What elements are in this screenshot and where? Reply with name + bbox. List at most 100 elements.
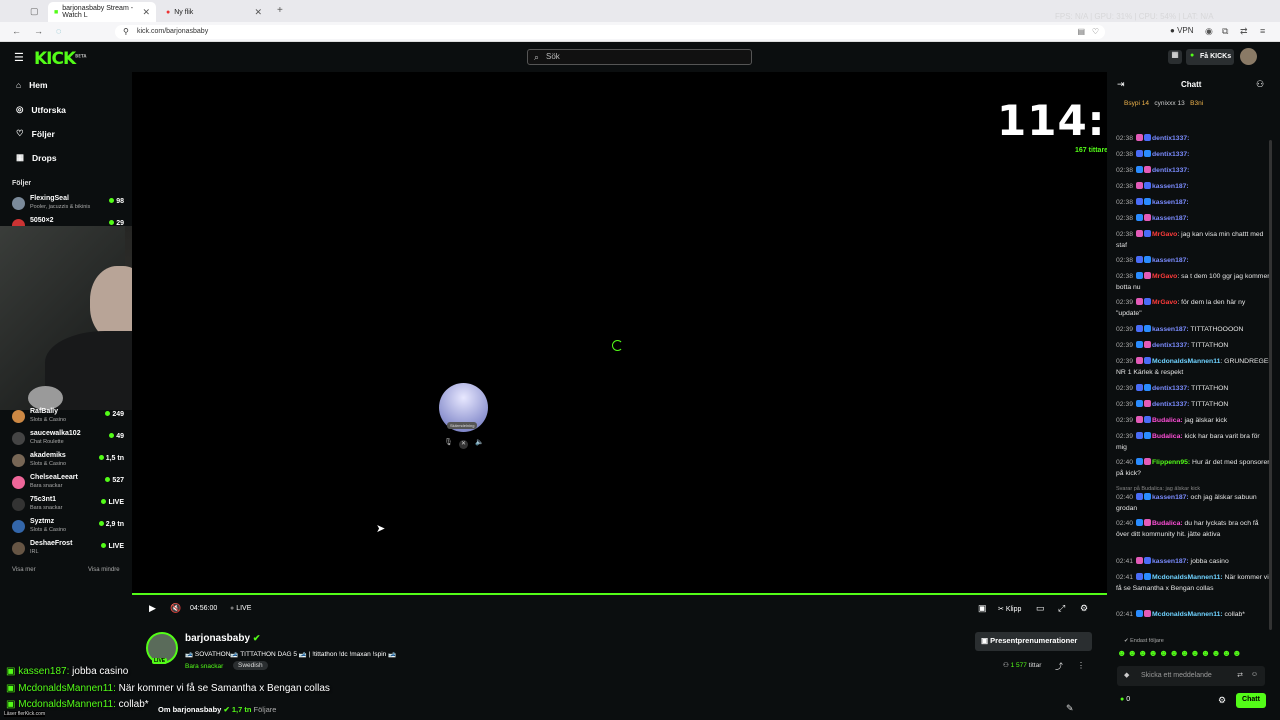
user-avatar[interactable]	[1240, 48, 1257, 65]
search-input[interactable]: ⌕ Sök	[527, 49, 752, 65]
smile-icon[interactable]: ☺	[1251, 671, 1258, 678]
hamburger-icon[interactable]: ☰	[14, 51, 24, 64]
speaker-icon[interactable]: 🔈	[475, 438, 484, 446]
chat-username[interactable]: kassen187:	[1152, 257, 1189, 264]
chat-message[interactable]: 02:39 dentix1337: TITTATHON	[1116, 400, 1272, 411]
sidebar-toggle-icon[interactable]: ▢	[30, 6, 39, 17]
chat-username[interactable]: kassen187:	[1152, 215, 1189, 222]
chat-username[interactable]: Flippenn95:	[1152, 459, 1190, 466]
show-more-link[interactable]: Visa mer	[12, 567, 36, 573]
send-chat-button[interactable]: Chatt	[1236, 693, 1266, 708]
following-item-saucewalka102[interactable]: saucewalka102 Chat Roulette 49	[12, 430, 124, 450]
gift-icon[interactable]: ▦	[1168, 50, 1182, 64]
gear-icon[interactable]: ⚙	[1080, 603, 1088, 614]
mic-icon[interactable]: 🎙	[444, 438, 453, 446]
chat-username[interactable]: kassen187:	[1152, 494, 1189, 501]
chat-username[interactable]: MrGavo	[1152, 273, 1177, 280]
chat-message[interactable]: 02:40 Flippenn95: Hur är det med sponsore…	[1116, 458, 1272, 479]
chat-username[interactable]: Budalica:	[1152, 520, 1183, 527]
chat-message[interactable]: 02:39 Budalica: jag älskar kick	[1116, 416, 1272, 427]
vpn-button[interactable]: ● VPN	[1170, 26, 1194, 35]
chat-message[interactable]: 02:38 kassen187:	[1116, 198, 1272, 209]
chat-username[interactable]: McdonaldsMannen11	[1152, 358, 1220, 365]
bookmark-icon[interactable]: ♡	[1092, 27, 1099, 36]
fullscreen-icon[interactable]: ⤢	[1058, 603, 1065, 614]
gift-subs-button[interactable]: ▣ Presentprenumerationer	[975, 632, 1092, 651]
chat-message[interactable]: 02:38 dentix1337:	[1116, 134, 1272, 145]
chat-username[interactable]: kassen187:	[1152, 326, 1189, 333]
chat-message[interactable]: 02:39 kassen187: TITTATHOOOON	[1116, 325, 1272, 336]
chat-message[interactable]: 02:39 McdonaldsMannen11: GRUNDREGEL NR 1 …	[1116, 357, 1272, 378]
tab-new[interactable]: ● Ny flik ✕	[160, 2, 268, 22]
chat-message[interactable]: 02:38 dentix1337:	[1116, 150, 1272, 161]
chat-message[interactable]: 02:38 MrGavo: jag kan visa min chattt med…	[1116, 230, 1272, 251]
translate-icon[interactable]: ▤	[1077, 27, 1085, 36]
settings-icon[interactable]: ⇄	[1240, 26, 1248, 37]
forward-icon[interactable]: →	[34, 26, 43, 36]
edit-icon[interactable]: ✎	[1066, 703, 1074, 714]
chat-message[interactable]: 02:40 Budalica: du har lyckats bra och få…	[1116, 519, 1272, 540]
stream-category[interactable]: Bara snackar	[185, 663, 223, 670]
chat-username[interactable]: dentix1337:	[1152, 385, 1189, 392]
following-item-75c3nt1[interactable]: 75c3nt1 Bara snackar LIVE	[12, 496, 124, 516]
chat-input[interactable]: ◆ Skicka ett meddelande ⇄ ☺	[1117, 666, 1265, 686]
following-item-syztmz[interactable]: Syztmz Slots & Casino 2,9 tn	[12, 518, 124, 538]
chat-message[interactable]: 02:41 McdonaldsMannen11: När kommer vi få…	[1116, 573, 1272, 594]
new-tab-icon[interactable]: +	[277, 5, 283, 16]
play-icon[interactable]: ▶	[149, 603, 156, 614]
miniplayer-icon[interactable]: ▣	[978, 603, 987, 614]
chat-users-icon[interactable]: ⚇	[1256, 79, 1264, 90]
chat-username[interactable]: Budalica:	[1152, 433, 1183, 440]
chat-username[interactable]: dentix1337:	[1152, 151, 1189, 158]
menu-icon[interactable]: ≡	[1260, 26, 1265, 36]
chat-username[interactable]: kassen187:	[1152, 199, 1189, 206]
close-tab-icon[interactable]: ✕	[142, 7, 150, 18]
following-item-deshaefrost[interactable]: DeshaeFrost IRL LIVE	[12, 540, 124, 560]
chat-message[interactable]: 02:39 Budalica: kick har bara varit bra f…	[1116, 432, 1272, 453]
chat-username[interactable]: dentix1337:	[1152, 135, 1189, 142]
video-player[interactable]	[132, 72, 1107, 594]
chat-username[interactable]: McdonaldsMannen11:	[1152, 574, 1223, 581]
chat-message[interactable]: 02:39 dentix1337: TITTATHON	[1116, 341, 1272, 352]
following-item-rafbally[interactable]: RafBally Slots & Casino 249	[12, 408, 124, 428]
tab-kick-stream[interactable]: ■ barjonasbaby Stream - Watch L ✕	[48, 2, 156, 22]
chat-username[interactable]: MrGavo	[1152, 231, 1177, 238]
more-icon[interactable]: ⋮	[1077, 661, 1085, 670]
nav-home[interactable]: ⌂ Hem	[16, 80, 48, 90]
following-item-flexingseal[interactable]: FlexingSeal Pooler, jacuzzis & bikinis 98	[12, 195, 124, 215]
following-item-akademiks[interactable]: akademiks Slots & Casino 1,5 tn	[12, 452, 124, 472]
chat-username[interactable]: MrGavo	[1152, 299, 1177, 306]
collapse-chat-icon[interactable]: ⇥	[1117, 79, 1125, 90]
emote-picker-icon[interactable]: ⇄	[1237, 671, 1243, 679]
chat-username[interactable]: dentix1337:	[1152, 342, 1189, 349]
kick-logo[interactable]: KICKBETA	[34, 49, 86, 69]
chat-username[interactable]: dentix1337:	[1152, 401, 1189, 408]
share-icon[interactable]: ⤴	[1055, 661, 1063, 672]
chat-settings-icon[interactable]: ⚙	[1218, 695, 1226, 706]
chat-message[interactable]: 02:41 kassen187: jobba casino	[1116, 557, 1272, 568]
back-icon[interactable]: ←	[12, 26, 21, 36]
close-tab-icon[interactable]: ✕	[254, 7, 262, 18]
address-field[interactable]: ⚲ kick.com/barjonasbaby ▤ ♡	[115, 25, 1105, 39]
clip-button[interactable]: ✂ Klipp	[998, 605, 1021, 613]
theater-icon[interactable]: ▭	[1036, 603, 1045, 614]
channel-points[interactable]: ● 0	[1120, 696, 1130, 703]
get-kicks-button[interactable]: ● Få KICKs	[1186, 49, 1234, 65]
chat-username[interactable]: kassen187:	[1152, 183, 1189, 190]
wallet-icon[interactable]: ◉	[1205, 26, 1213, 37]
chat-message[interactable]: 02:41 McdonaldsMannen11: collab*	[1116, 610, 1272, 621]
nav-drops[interactable]: ▦ Drops	[16, 152, 57, 163]
chat-message[interactable]: 02:38 kassen187:	[1116, 256, 1272, 267]
extensions-icon[interactable]: ⧉	[1222, 26, 1228, 37]
chat-username[interactable]: McdonaldsMannen11:	[1152, 611, 1223, 618]
following-item-chelsealeeart[interactable]: ChelseaLeeart Bara snackar 527	[12, 474, 124, 494]
streamer-name[interactable]: barjonasbaby ✔	[185, 633, 260, 644]
chat-message[interactable]: 02:39 MrGavo: för dem la den här ny "upda…	[1116, 298, 1272, 319]
chat-message[interactable]: 02:39 dentix1337: TITTATHON	[1116, 384, 1272, 395]
language-tag[interactable]: Swedish	[233, 661, 268, 670]
chat-message[interactable]: 02:38 MrGavo: sa t dem 100 ggr jag kommer…	[1116, 272, 1272, 293]
chat-scrollbar[interactable]	[1269, 140, 1272, 630]
chat-message[interactable]: 02:38 kassen187:	[1116, 214, 1272, 225]
chat-username[interactable]: dentix1337:	[1152, 167, 1189, 174]
chat-message[interactable]: 02:40 kassen187: och jag älskar sabuun gr…	[1116, 493, 1272, 514]
